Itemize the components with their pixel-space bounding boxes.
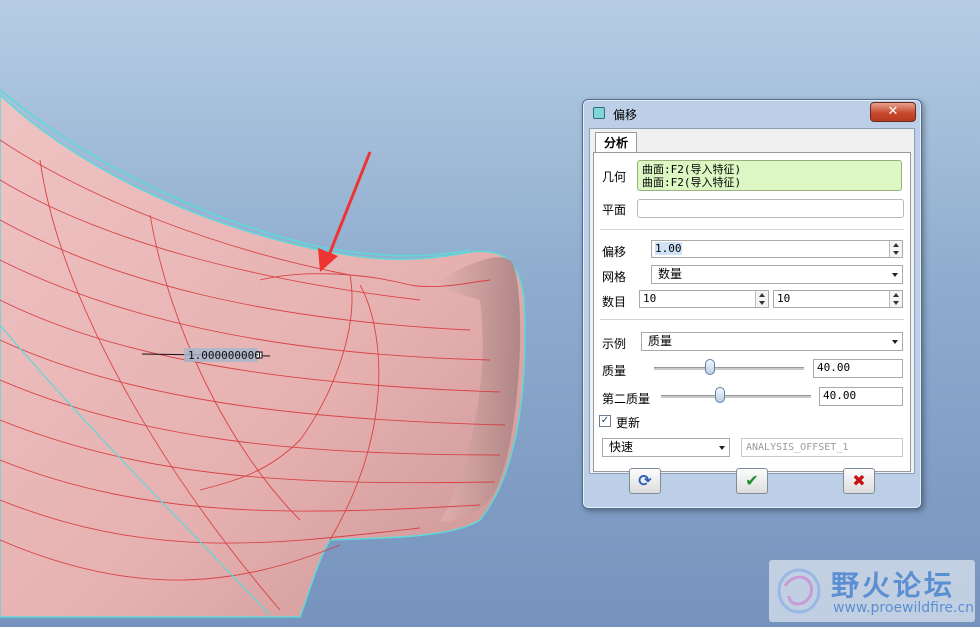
plane-collector[interactable] xyxy=(637,199,904,218)
watermark-name: 野火论坛 xyxy=(831,569,956,602)
count-label: 数目 xyxy=(602,295,627,309)
refresh-button[interactable]: ⟳ xyxy=(629,468,661,494)
display-dropdown[interactable]: 质量 xyxy=(641,332,903,351)
plane-label: 平面 xyxy=(602,203,627,217)
update-label: 更新 xyxy=(616,416,641,430)
geometry-collector[interactable]: 曲面:F2(导入特征) 曲面:F2(导入特征) xyxy=(637,160,902,191)
slider-track xyxy=(661,395,811,398)
mesh-selected: 数量 xyxy=(658,267,683,281)
count-value-2: 10 xyxy=(777,292,791,305)
slider-track xyxy=(654,367,804,370)
mode-selected: 快速 xyxy=(609,440,634,454)
count-spinner-1[interactable] xyxy=(755,291,768,307)
feature-name-input[interactable]: ANALYSIS_OFFSET_1 xyxy=(741,438,903,457)
display-label: 示例 xyxy=(602,337,627,351)
quality-label: 质量 xyxy=(602,364,627,378)
analysis-panel: 几何 曲面:F2(导入特征) 曲面:F2(导入特征) 平面 偏移 1.00 网格… xyxy=(593,152,911,472)
close-button[interactable]: ✕ xyxy=(870,102,916,122)
watermark: 野火论坛 www.proewildfire.cn xyxy=(769,560,975,622)
tab-analysis[interactable]: 分析 xyxy=(595,132,638,153)
offset-value: 1.00 xyxy=(655,242,682,255)
forum-logo-icon xyxy=(777,568,821,614)
count-value-1: 10 xyxy=(643,292,657,305)
offset-input[interactable]: 1.00 xyxy=(651,240,903,258)
mode-dropdown[interactable]: 快速 xyxy=(602,438,730,457)
dialog-body: 分析 几何 曲面:F2(导入特征) 曲面:F2(导入特征) 平面 偏移 1.00… xyxy=(589,128,915,474)
quality-slider[interactable] xyxy=(654,359,804,377)
geometry-ref: 曲面:F2(导入特征) xyxy=(642,176,742,189)
cancel-icon: ✖ xyxy=(852,471,866,490)
chevron-down-icon xyxy=(892,273,898,277)
offset-label: 偏移 xyxy=(602,245,627,259)
dialog-titlebar[interactable]: 偏移 ✕ xyxy=(583,100,921,126)
divider xyxy=(600,229,904,230)
close-icon: ✕ xyxy=(887,104,899,119)
divider xyxy=(600,319,904,320)
refresh-icon: ⟳ xyxy=(638,471,652,490)
mesh-label: 网格 xyxy=(602,270,627,284)
window-icon xyxy=(593,107,605,119)
chevron-down-icon xyxy=(892,340,898,344)
count-input-1[interactable]: 10 xyxy=(639,290,769,308)
offset-dialog: 偏移 ✕ 分析 几何 曲面:F2(导入特征) 曲面:F2(导入特征) 平面 偏移… xyxy=(582,99,922,509)
geometry-label: 几何 xyxy=(602,170,627,184)
count-spinner-2[interactable] xyxy=(889,291,902,307)
checkmark-icon: ✓ xyxy=(600,415,610,426)
display-selected: 质量 xyxy=(648,334,673,348)
chevron-down-icon xyxy=(719,446,725,450)
offset-marker-label: 1.000000000 xyxy=(188,349,261,362)
quality2-slider[interactable] xyxy=(661,387,811,405)
slider-thumb[interactable] xyxy=(704,359,715,375)
quality-input[interactable]: 40.00 xyxy=(813,359,903,378)
slider-thumb[interactable] xyxy=(714,387,725,403)
check-icon: ✔ xyxy=(745,471,759,490)
dialog-title: 偏移 xyxy=(613,108,638,122)
offset-spinner[interactable] xyxy=(889,241,902,257)
quality2-input[interactable]: 40.00 xyxy=(819,387,903,406)
quality2-value: 40.00 xyxy=(823,389,857,402)
watermark-url: www.proewildfire.cn xyxy=(833,600,975,616)
cancel-button[interactable]: ✖ xyxy=(843,468,875,494)
mesh-dropdown[interactable]: 数量 xyxy=(651,265,903,284)
count-input-2[interactable]: 10 xyxy=(773,290,903,308)
update-checkbox[interactable]: ✓ xyxy=(599,415,611,427)
ok-button[interactable]: ✔ xyxy=(736,468,768,494)
quality-value: 40.00 xyxy=(817,361,851,374)
geometry-ref: 曲面:F2(导入特征) xyxy=(642,163,742,176)
feature-name-placeholder: ANALYSIS_OFFSET_1 xyxy=(746,442,849,453)
quality2-label: 第二质量 xyxy=(602,392,651,406)
